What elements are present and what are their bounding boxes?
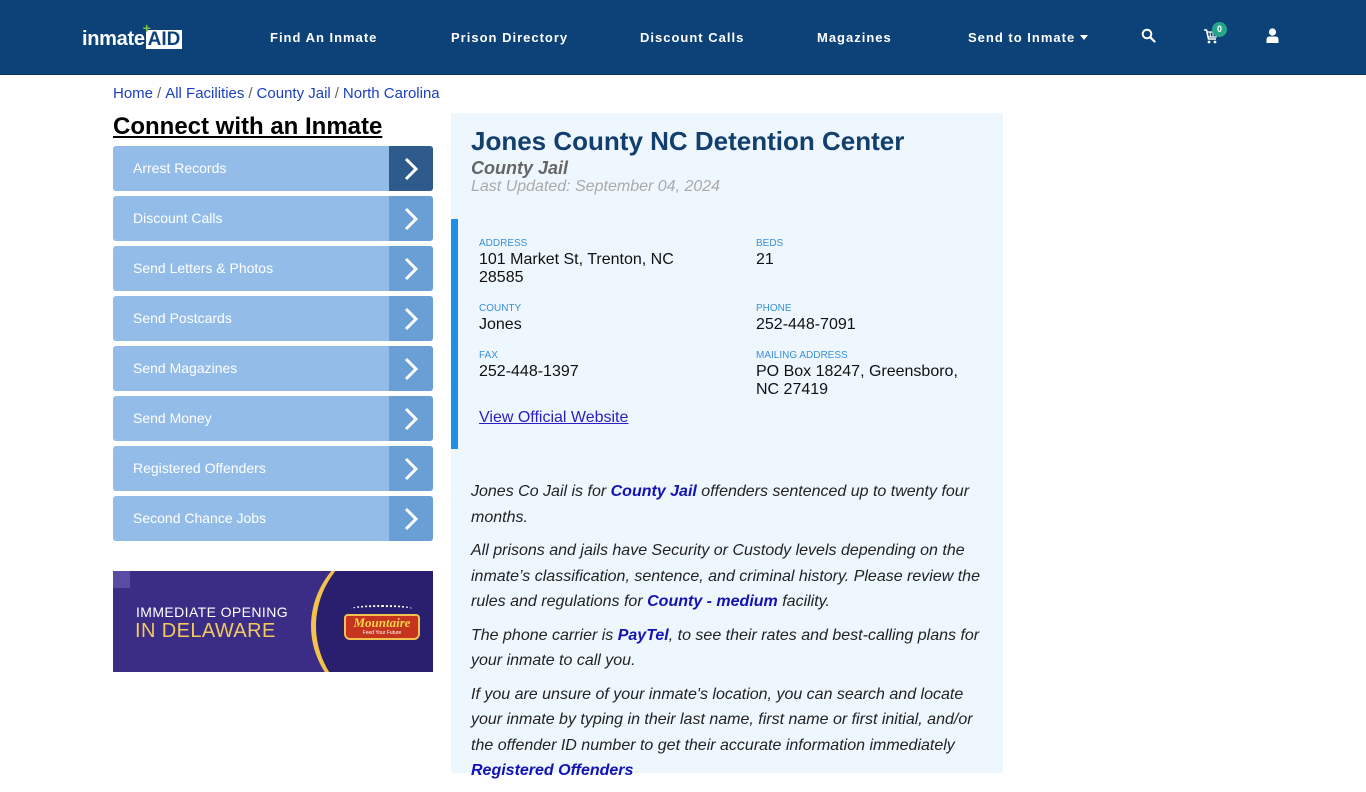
sidebar-item-arrest-records[interactable]: Arrest Records [113,146,433,191]
ad-decoration [113,571,130,588]
sidebar-item-label: Send Money [133,410,212,426]
sidebar-item-discount-calls[interactable]: Discount Calls [113,196,433,241]
field-beds: BEDS 21 [756,238,783,269]
description-paragraph: If you are unsure of your inmate's locat… [471,685,973,780]
chevron-right-icon [389,346,433,391]
sidebar-item-send-letters-photos[interactable]: Send Letters & Photos [113,246,433,291]
chevron-right-icon [389,146,433,191]
field-value: PO Box 18247, Greensboro, NC 27419 [756,363,958,398]
last-updated: Last Updated: September 04, 2024 [471,178,721,195]
nav-magazines[interactable]: Magazines [817,30,892,46]
sidebar-item-label: Send Magazines [133,360,238,376]
search-icon[interactable] [1141,28,1156,48]
sidebar-menu: Arrest Records Discount Calls Send Lette… [113,146,433,546]
inmateaid-logo[interactable]: inmate + AID [82,20,183,50]
facility-panel: Jones County NC Detention Center County … [451,113,1003,779]
sidebar-item-registered-offenders[interactable]: Registered Offenders [113,446,433,491]
nav-send-to-inmate-label: Send to Inmate [968,30,1076,45]
chevron-right-icon [389,496,433,541]
breadcrumb-home[interactable]: Home [113,85,153,102]
sidebar-item-second-chance-jobs[interactable]: Second Chance Jobs [113,496,433,541]
ad-brand: Mountaire [353,615,411,630]
facility-name: Jones County NC Detention Center [471,126,905,156]
chevron-right-icon [389,446,433,491]
registered-offenders-link[interactable]: Registered Offenders [471,762,633,779]
county-jail-link[interactable]: County Jail [611,483,697,500]
chevron-right-icon [389,196,433,241]
field-label: COUNTY [479,303,522,314]
field-address: ADDRESS 101 Market St, Trenton, NC 28585 [479,238,674,287]
field-value: 252-448-7091 [756,316,856,333]
sidebar-item-send-postcards[interactable]: Send Postcards [113,296,433,341]
user-icon[interactable] [1266,28,1279,48]
nav-send-to-inmate[interactable]: Send to Inmate [968,30,1089,46]
sidebar-item-label: Registered Offenders [133,460,266,476]
field-label: PHONE [756,303,792,314]
chevron-right-icon [389,296,433,341]
ad-tagline: Feed Your Future [362,630,402,636]
sidebar-item-label: Discount Calls [133,210,223,226]
field-label: FAX [479,350,498,361]
field-label: ADDRESS [479,238,528,249]
field-label: BEDS [756,238,784,249]
county-medium-link[interactable]: County - medium [647,593,778,610]
field-value: Jones [479,316,522,333]
facility-description: Jones Co Jail is for County Jail offende… [471,479,986,792]
sidebar-item-label: Second Chance Jobs [133,510,267,526]
facility-info-card: ADDRESS 101 Market St, Trenton, NC 28585 … [451,219,1003,449]
logo-plus-icon: + [142,20,151,36]
ad-banner[interactable]: IMMEDIATE OPENING IN DELAWARE Mountaire … [113,571,433,672]
breadcrumb: Home / All Facilities / County Jail / North Ca… [113,85,440,103]
view-official-website-link[interactable]: View Official Website [479,409,628,427]
paytel-link[interactable]: PayTel [618,627,669,644]
chevron-right-icon [389,396,433,441]
sidebar-item-send-money[interactable]: Send Money [113,396,433,441]
sidebar-item-label: Send Postcards [133,310,232,326]
ad-subheadline: IN DELAWARE [135,620,276,642]
facility-type: County Jail [471,158,569,178]
field-phone: PHONE 252-448-7091 [756,303,856,334]
top-navbar: inmate + AID Find An Inmate Prison Direct… [0,0,1366,75]
nav-prison-directory[interactable]: Prison Directory [451,30,568,46]
sidebar-item-label: Send Letters & Photos [133,260,274,276]
breadcrumb-separator: / [334,85,339,102]
sidebar-item-label: Arrest Records [133,160,227,176]
chevron-right-icon [389,246,433,291]
ad-headline: IMMEDIATE OPENING [136,604,288,620]
nav-find-an-inmate[interactable]: Find An Inmate [270,30,377,46]
breadcrumb-north-carolina[interactable]: North Carolina [343,85,440,102]
field-value: 252-448-1397 [479,363,579,380]
field-mailing-address: MAILING ADDRESS PO Box 18247, Greensboro… [756,350,958,399]
breadcrumb-separator: / [248,85,253,102]
logo-text: inmate [82,28,145,50]
sidebar-title: Connect with an Inmate [113,113,383,140]
breadcrumb-all-facilities[interactable]: All Facilities [165,85,244,102]
field-value: 101 Market St, Trenton, NC 28585 [479,251,674,286]
field-county: COUNTY Jones [479,303,522,334]
breadcrumb-separator: / [157,85,162,102]
description-paragraph: All prisons and jails have Security or C… [471,542,980,610]
field-fax: FAX 252-448-1397 [479,350,579,381]
logo-accent: + AID [142,20,183,50]
nav-discount-calls[interactable]: Discount Calls [640,30,744,46]
ad-logo-ribbon [351,605,413,613]
mountaire-logo: Mountaire Feed Your Future [344,614,420,640]
field-label: MAILING ADDRESS [756,350,848,361]
breadcrumb-county-jail[interactable]: County Jail [257,85,331,102]
cart-count-badge: 0 [1212,22,1227,37]
description-paragraph: The phone carrier is PayTel, to see thei… [471,626,980,670]
description-paragraph: Jones Co Jail is for County Jail offende… [471,483,970,526]
sidebar-item-send-magazines[interactable]: Send Magazines [113,346,433,391]
field-value: 21 [756,251,774,268]
caret-down-icon [1080,35,1089,40]
